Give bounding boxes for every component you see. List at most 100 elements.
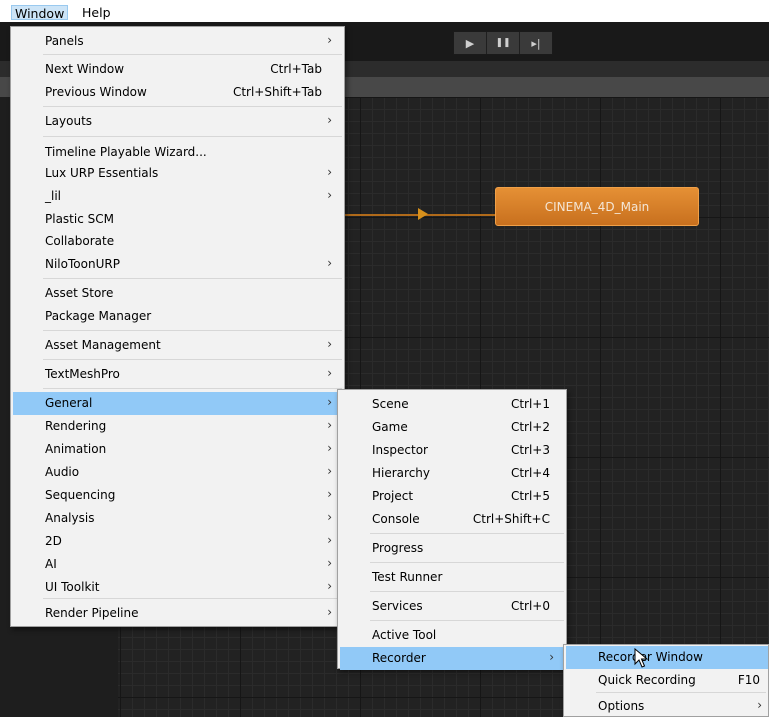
menu-item-progress[interactable]: Progress [340,537,564,560]
menu-item-label: NiloToonURP [45,257,120,271]
menu-item-test-runner[interactable]: Test Runner [340,566,564,589]
play-button[interactable]: ▶ [454,32,487,54]
menu-item-label: Analysis [45,511,95,525]
menu-item-label: Audio [45,465,80,479]
menu-item-inspector[interactable]: Inspector Ctrl+3 [340,439,564,462]
menu-item-render-pipeline[interactable]: Render Pipeline › [13,602,342,625]
step-button[interactable]: ▸| [520,32,552,54]
menu-item-package-manager[interactable]: Package Manager [13,305,342,328]
menu-item-next-window[interactable]: Next Window Ctrl+Tab [13,58,342,81]
state-node[interactable]: CINEMA_4D_Main [495,187,699,226]
menu-item-textmeshpro[interactable]: TextMeshPro › [13,363,342,386]
chevron-right-icon: › [327,113,332,127]
menu-separator [43,330,342,331]
menu-item-label: Recorder [372,651,426,665]
menu-item-recorder[interactable]: Recorder › [340,647,564,670]
menu-item-label: Options [598,699,645,713]
menu-item-services[interactable]: Services Ctrl+0 [340,595,564,618]
chevron-right-icon: › [327,441,332,455]
menu-item-project[interactable]: Project Ctrl+5 [340,485,564,508]
menu-item-shortcut: Ctrl+4 [510,466,550,480]
menu-item-label: Layouts [45,114,93,128]
chevron-right-icon: › [549,650,554,664]
menu-item-animation[interactable]: Animation › [13,438,342,461]
menu-item-lil[interactable]: _lil › [13,185,342,208]
menu-help[interactable]: Help [79,5,114,20]
menu-item-lux-urp-essentials[interactable]: Lux URP Essentials › [13,162,342,185]
menu-item-asset-management[interactable]: Asset Management › [13,334,342,357]
chevron-right-icon: › [327,188,332,202]
chevron-right-icon: › [327,395,332,409]
menu-item-timeline-playable-wizard[interactable]: Timeline Playable Wizard... [13,141,342,164]
chevron-right-icon: › [327,533,332,547]
menu-item-ui-toolkit[interactable]: UI Toolkit › [13,576,342,599]
menu-item-active-tool[interactable]: Active Tool [340,624,564,647]
menu-separator [43,106,342,107]
menu-item-nilotoonurp[interactable]: NiloToonURP › [13,253,342,276]
menu-item-options[interactable]: Options › [566,695,768,717]
pause-button[interactable]: ❚❚ [487,32,520,54]
chevron-right-icon: › [327,464,332,478]
menu-item-general[interactable]: General › [13,392,342,415]
chevron-right-icon: › [327,418,332,432]
menu-item-shortcut: Ctrl+3 [510,443,550,457]
menu-item-label: Active Tool [372,628,437,642]
menu-item-label: Asset Store [45,286,114,300]
recorder-submenu: Recorder Window Quick Recording F10 Options… [563,644,769,717]
chevron-right-icon: › [327,256,332,270]
menu-item-console[interactable]: Console Ctrl+Shift+C [340,508,564,531]
menu-item-analysis[interactable]: Analysis › [13,507,342,530]
playback-controls: ▶ ❚❚ ▸| [453,31,553,55]
pause-icon: ❚❚ [495,38,511,48]
menu-item-panels[interactable]: Panels › [13,30,342,53]
menu-item-shortcut: Ctrl+Tab [270,62,322,76]
menu-window[interactable]: Window [11,5,69,21]
menu-item-rendering[interactable]: Rendering › [13,415,342,438]
menu-item-label: Rendering [45,419,107,433]
menu-item-scene[interactable]: Scene Ctrl+1 [340,393,564,416]
menu-separator [370,591,564,592]
chevron-right-icon: › [327,366,332,380]
menu-item-shortcut: Ctrl+Shift+C [472,512,550,526]
menu-item-audio[interactable]: Audio › [13,461,342,484]
menu-item-label: Game [372,420,408,434]
chevron-right-icon: › [327,487,332,501]
menu-item-label: Previous Window [45,85,147,99]
menu-item-label: Inspector [372,443,428,457]
menu-item-layouts[interactable]: Layouts › [13,110,342,133]
menu-item-label: Console [372,512,420,526]
menu-item-shortcut: Ctrl+Shift+Tab [232,85,322,99]
chevron-right-icon: › [327,579,332,593]
menu-separator [370,533,564,534]
menu-item-label: Next Window [45,62,125,76]
menu-item-hierarchy[interactable]: Hierarchy Ctrl+4 [340,462,564,485]
menu-separator [43,359,342,360]
step-icon: ▸| [531,36,541,50]
menu-separator [596,692,766,693]
play-icon: ▶ [465,36,475,50]
menu-item-shortcut: F10 [737,673,760,687]
window-dropdown-menu: Panels › Next Window Ctrl+Tab Previous Windo… [10,26,345,627]
chevron-right-icon: › [327,33,332,47]
menu-item-recorder-window[interactable]: Recorder Window [566,646,768,669]
menu-item-label: Scene [372,397,409,411]
menu-item-game[interactable]: Game Ctrl+2 [340,416,564,439]
menu-bar: Window Help [0,0,769,22]
menu-item-label: Collaborate [45,234,115,248]
menu-item-label: Animation [45,442,107,456]
menu-item-label: Asset Management [45,338,161,352]
menu-item-label: Timeline Playable Wizard... [45,145,207,159]
menu-item-sequencing[interactable]: Sequencing › [13,484,342,507]
menu-item-asset-store[interactable]: Asset Store [13,282,342,305]
menu-separator [370,620,564,621]
transition-arrow-icon [418,208,428,220]
menu-item-shortcut: Ctrl+2 [510,420,550,434]
menu-item-2d[interactable]: 2D › [13,530,342,553]
menu-item-previous-window[interactable]: Previous Window Ctrl+Shift+Tab [13,81,342,104]
menu-item-quick-recording[interactable]: Quick Recording F10 [566,669,768,692]
menu-item-plastic-scm[interactable]: Plastic SCM [13,208,342,231]
menu-separator [43,388,342,389]
menu-item-ai[interactable]: AI › [13,553,342,576]
menu-item-collaborate[interactable]: Collaborate [13,230,342,253]
menu-separator [370,562,564,563]
